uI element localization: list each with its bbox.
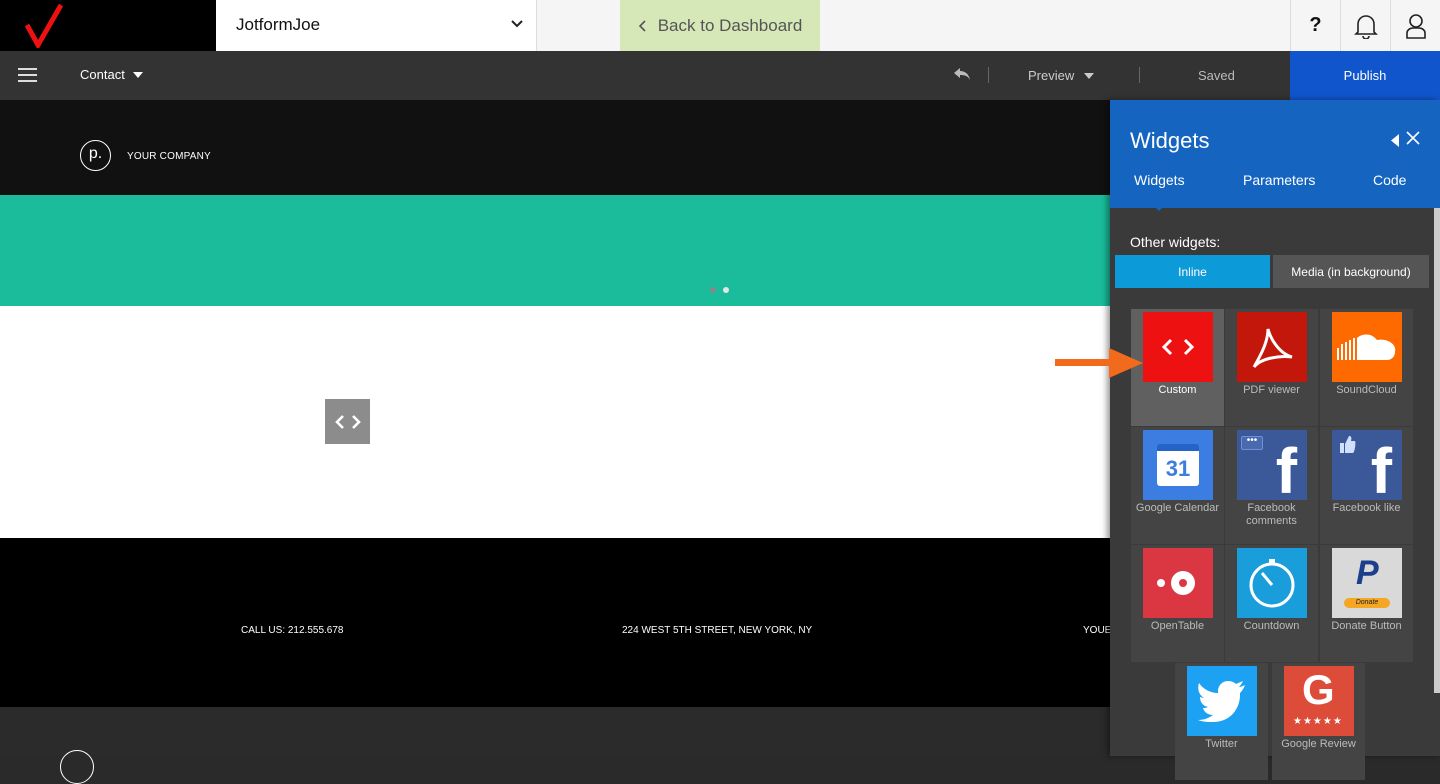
- calendar-icon: 31: [1143, 430, 1213, 500]
- widgets-panel: Widgets Widgets Parameters Code Other wi…: [1110, 100, 1440, 780]
- save-status: Saved: [1198, 68, 1235, 83]
- back-label: Back to Dashboard: [657, 15, 803, 35]
- chevron-left-icon: [638, 19, 646, 32]
- hamburger-menu-icon[interactable]: [18, 68, 38, 82]
- tab-code[interactable]: Code: [1373, 172, 1406, 188]
- publish-button[interactable]: Publish: [1290, 51, 1440, 100]
- company-logo: p.: [80, 140, 111, 171]
- widget-donate-button[interactable]: P Donate Donate Button: [1320, 545, 1413, 662]
- help-button[interactable]: ?: [1290, 0, 1340, 51]
- content-section[interactable]: [0, 306, 1110, 538]
- pointer-arrow-icon: [1055, 348, 1143, 378]
- tab-widgets[interactable]: Widgets: [1134, 172, 1185, 188]
- other-widgets-label: Other widgets:: [1130, 234, 1221, 250]
- widget-label: PDF viewer: [1243, 384, 1300, 396]
- footer-phone: CALL US: 212.555.678: [241, 625, 344, 636]
- carousel-dot-active[interactable]: [723, 287, 729, 293]
- widget-google-calendar[interactable]: 31 Google Calendar: [1131, 427, 1224, 544]
- editor-toolbar: Contact Preview Saved Publish: [0, 51, 1440, 100]
- panel-title: Widgets: [1130, 128, 1210, 153]
- hero-section[interactable]: [0, 195, 1110, 306]
- widget-facebook-comments[interactable]: f ••• Facebook comments: [1225, 427, 1318, 544]
- close-icon[interactable]: [1405, 130, 1421, 146]
- google-review-icon: G ★★★★★: [1284, 666, 1354, 736]
- widget-label: Facebook comments: [1246, 502, 1297, 527]
- caret-down-icon: [1084, 72, 1095, 79]
- scrollbar[interactable]: [1434, 208, 1440, 693]
- bottom-logo: [60, 750, 94, 784]
- chevron-down-icon: [511, 20, 523, 28]
- custom-code-block[interactable]: [325, 399, 370, 444]
- toolbar-divider: [988, 67, 989, 83]
- twitter-bird-icon: [1187, 666, 1257, 736]
- pdf-icon: [1237, 312, 1307, 382]
- tab-parameters[interactable]: Parameters: [1243, 172, 1315, 188]
- code-brackets-icon: [334, 414, 361, 429]
- media-background-toggle[interactable]: Media (in background): [1273, 255, 1429, 288]
- notifications-button[interactable]: [1340, 0, 1390, 51]
- widget-pdf-viewer[interactable]: PDF viewer: [1225, 309, 1318, 426]
- page-name: Contact: [80, 67, 125, 82]
- caret-down-icon: [132, 71, 143, 78]
- page-selector[interactable]: Contact: [80, 67, 143, 82]
- widget-label: Donate Button: [1331, 620, 1402, 632]
- profile-button[interactable]: [1390, 0, 1440, 51]
- widget-label: OpenTable: [1150, 620, 1205, 632]
- footer-partial-text: YOUE: [1083, 625, 1112, 636]
- site-footer[interactable]: CALL US: 212.555.678 224 WEST 5TH STREET…: [0, 538, 1112, 707]
- user-icon: [1405, 13, 1426, 39]
- inline-toggle[interactable]: Inline: [1115, 255, 1270, 288]
- back-to-dashboard-button[interactable]: Back to Dashboard: [620, 0, 820, 51]
- account-name: JotformJoe: [236, 15, 321, 34]
- preview-label: Preview: [1028, 68, 1075, 83]
- widget-facebook-like[interactable]: f Facebook like: [1320, 427, 1413, 544]
- stopwatch-icon: [1237, 548, 1307, 618]
- undo-icon[interactable]: [952, 66, 972, 82]
- brand-logo[interactable]: [0, 0, 216, 51]
- paypal-donate-icon: P Donate: [1332, 548, 1402, 618]
- company-name: YOUR COMPANY: [127, 151, 211, 162]
- widget-opentable[interactable]: OpenTable: [1131, 545, 1224, 662]
- collapse-icon[interactable]: [1391, 134, 1400, 147]
- widget-soundcloud[interactable]: SoundCloud: [1320, 309, 1413, 426]
- widget-google-review[interactable]: G ★★★★★ Google Review: [1272, 663, 1365, 780]
- widget-label: SoundCloud: [1336, 384, 1397, 396]
- widget-label: Facebook like: [1332, 502, 1401, 514]
- footer-address: 224 WEST 5TH STREET, NEW YORK, NY: [622, 625, 813, 636]
- widget-label: Google Review: [1281, 738, 1356, 750]
- facebook-comments-icon: f •••: [1237, 430, 1307, 500]
- bottom-section: [0, 707, 1110, 784]
- facebook-like-icon: f: [1332, 430, 1402, 500]
- toolbar-divider: [1139, 67, 1140, 83]
- opentable-icon: [1143, 548, 1213, 618]
- widget-twitter[interactable]: Twitter: [1175, 663, 1268, 780]
- widget-label: Twitter: [1205, 738, 1238, 750]
- code-brackets-icon: [1143, 312, 1213, 382]
- preview-dropdown[interactable]: Preview: [1028, 68, 1095, 83]
- account-selector[interactable]: JotformJoe: [216, 0, 537, 51]
- top-bar: JotformJoe Back to Dashboard ?: [0, 0, 1440, 51]
- carousel-dot[interactable]: [710, 287, 716, 293]
- widget-label: Google Calendar: [1135, 502, 1220, 514]
- panel-header: Widgets Widgets Parameters Code: [1110, 100, 1440, 208]
- question-icon: ?: [1309, 14, 1322, 36]
- checkmark-logo-icon: [24, 3, 64, 48]
- widget-countdown[interactable]: Countdown: [1225, 545, 1318, 662]
- soundcloud-icon: [1332, 312, 1402, 382]
- bell-icon: [1353, 14, 1378, 39]
- widget-label: Custom: [1158, 384, 1197, 396]
- widget-label: Countdown: [1243, 620, 1300, 632]
- active-tab-indicator: [1153, 205, 1165, 211]
- site-header[interactable]: p. YOUR COMPANY: [0, 100, 1110, 195]
